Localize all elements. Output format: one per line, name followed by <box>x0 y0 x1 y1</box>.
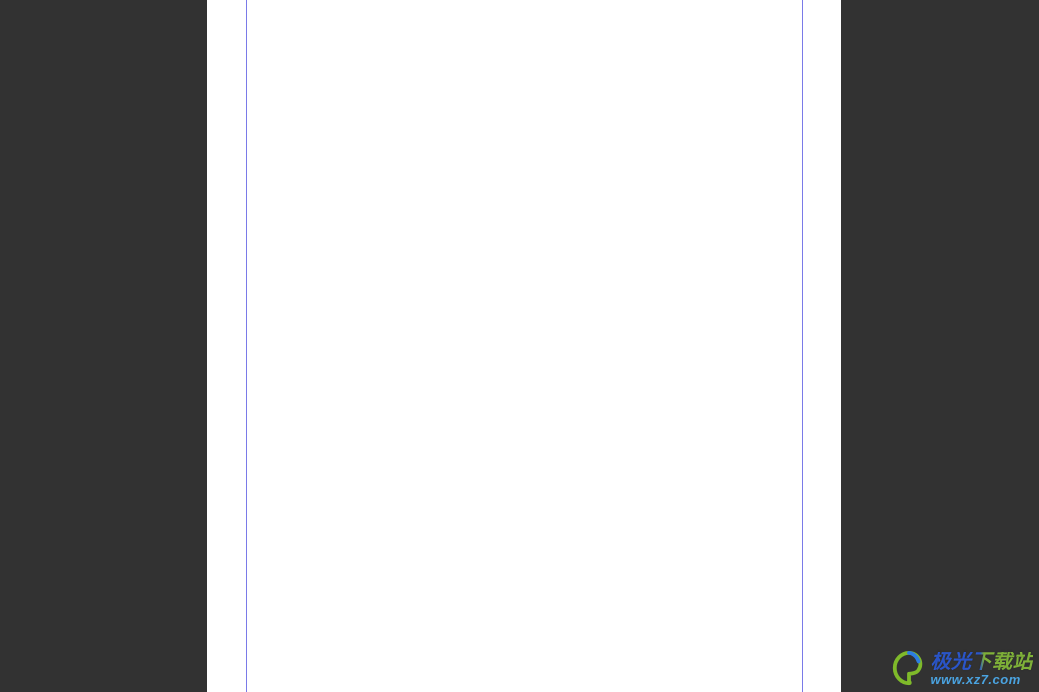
watermark-url: www.xz7.com <box>931 673 1034 687</box>
watermark-text-block: 极光下载站 www.xz7.com <box>931 652 1034 687</box>
document-viewer-area[interactable]: 极光下载站 www.xz7.com <box>0 0 1039 692</box>
watermark-title: 极光下载站 <box>931 652 1034 673</box>
source-watermark: 极光下载站 www.xz7.com <box>890 650 1034 688</box>
document-page[interactable] <box>207 0 841 692</box>
watermark-logo-icon <box>890 650 928 688</box>
